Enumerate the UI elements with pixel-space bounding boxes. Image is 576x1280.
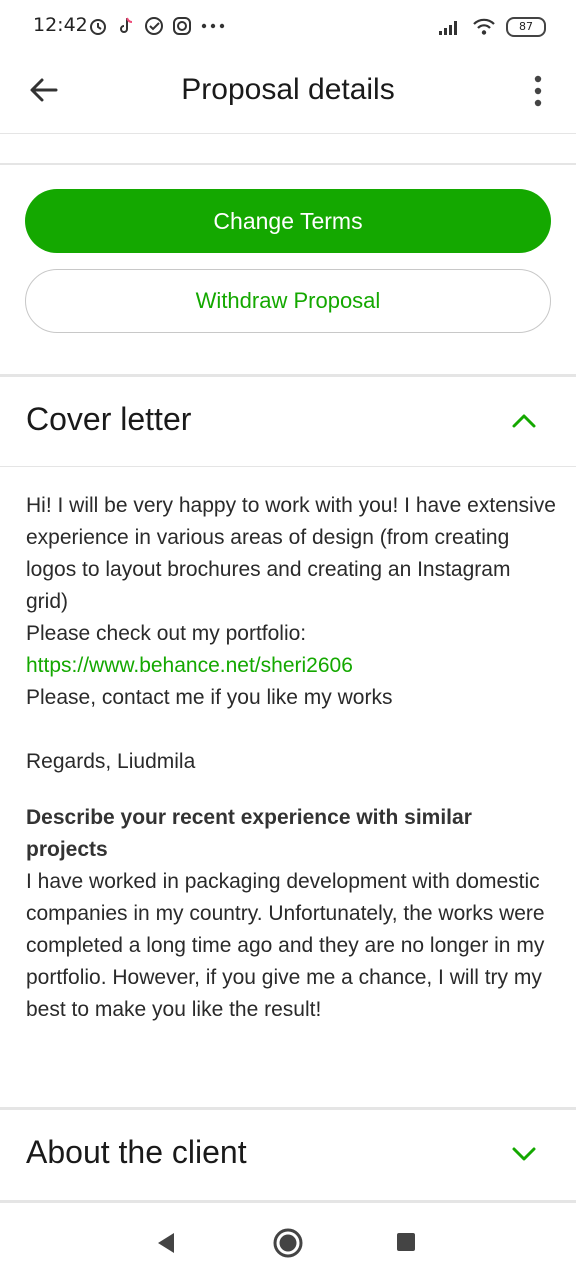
chevron-down-icon[interactable]	[510, 1144, 538, 1166]
vertical-dots-icon[interactable]	[526, 72, 550, 112]
cover-letter-header[interactable]: Cover letter	[0, 377, 576, 467]
tiktok-icon	[120, 17, 133, 33]
status-icons-right: 87	[438, 17, 546, 37]
section-title: Cover letter	[26, 401, 192, 437]
more-dots-icon	[201, 23, 225, 29]
divider	[0, 133, 576, 134]
status-bar: 12:42 87	[0, 0, 576, 56]
question-title: Describe your recent experience with sim…	[26, 806, 472, 861]
change-terms-button[interactable]: Change Terms	[25, 189, 551, 253]
letter-intro: Hi! I will be very happy to work with yo…	[26, 494, 556, 613]
divider	[0, 466, 576, 467]
about-client-header[interactable]: About the client	[0, 1110, 576, 1200]
portfolio-link[interactable]: https://www.behance.net/sheri2606	[26, 654, 353, 677]
app-bar: Proposal details	[0, 56, 576, 128]
divider	[0, 163, 576, 165]
withdraw-proposal-button[interactable]: Withdraw Proposal	[25, 269, 551, 333]
nav-back-icon[interactable]	[156, 1232, 176, 1254]
check-circle-icon	[145, 17, 163, 35]
letter-portfolio-prompt: Please check out my portfolio:	[26, 622, 307, 645]
status-icons-left	[88, 16, 226, 36]
letter-contact: Please, contact me if you like my works	[26, 686, 393, 709]
chevron-up-icon[interactable]	[510, 409, 538, 431]
section-title: About the client	[26, 1134, 247, 1170]
system-nav-bar	[0, 1203, 576, 1280]
battery-icon: 87	[506, 17, 546, 37]
signal-icon	[439, 21, 457, 35]
wifi-icon	[473, 18, 495, 35]
instagram-icon	[173, 17, 191, 35]
page-title: Proposal details	[181, 73, 395, 106]
nav-recents-icon[interactable]	[397, 1233, 415, 1251]
letter-regards: Regards, Liudmila	[26, 750, 196, 773]
status-time: 12:42	[33, 14, 88, 36]
alarm-icon	[90, 19, 106, 35]
nav-home-icon[interactable]	[272, 1227, 304, 1259]
cover-letter-body: Hi! I will be very happy to work with yo…	[26, 490, 556, 1026]
question-answer: I have worked in packaging development w…	[26, 870, 545, 1021]
